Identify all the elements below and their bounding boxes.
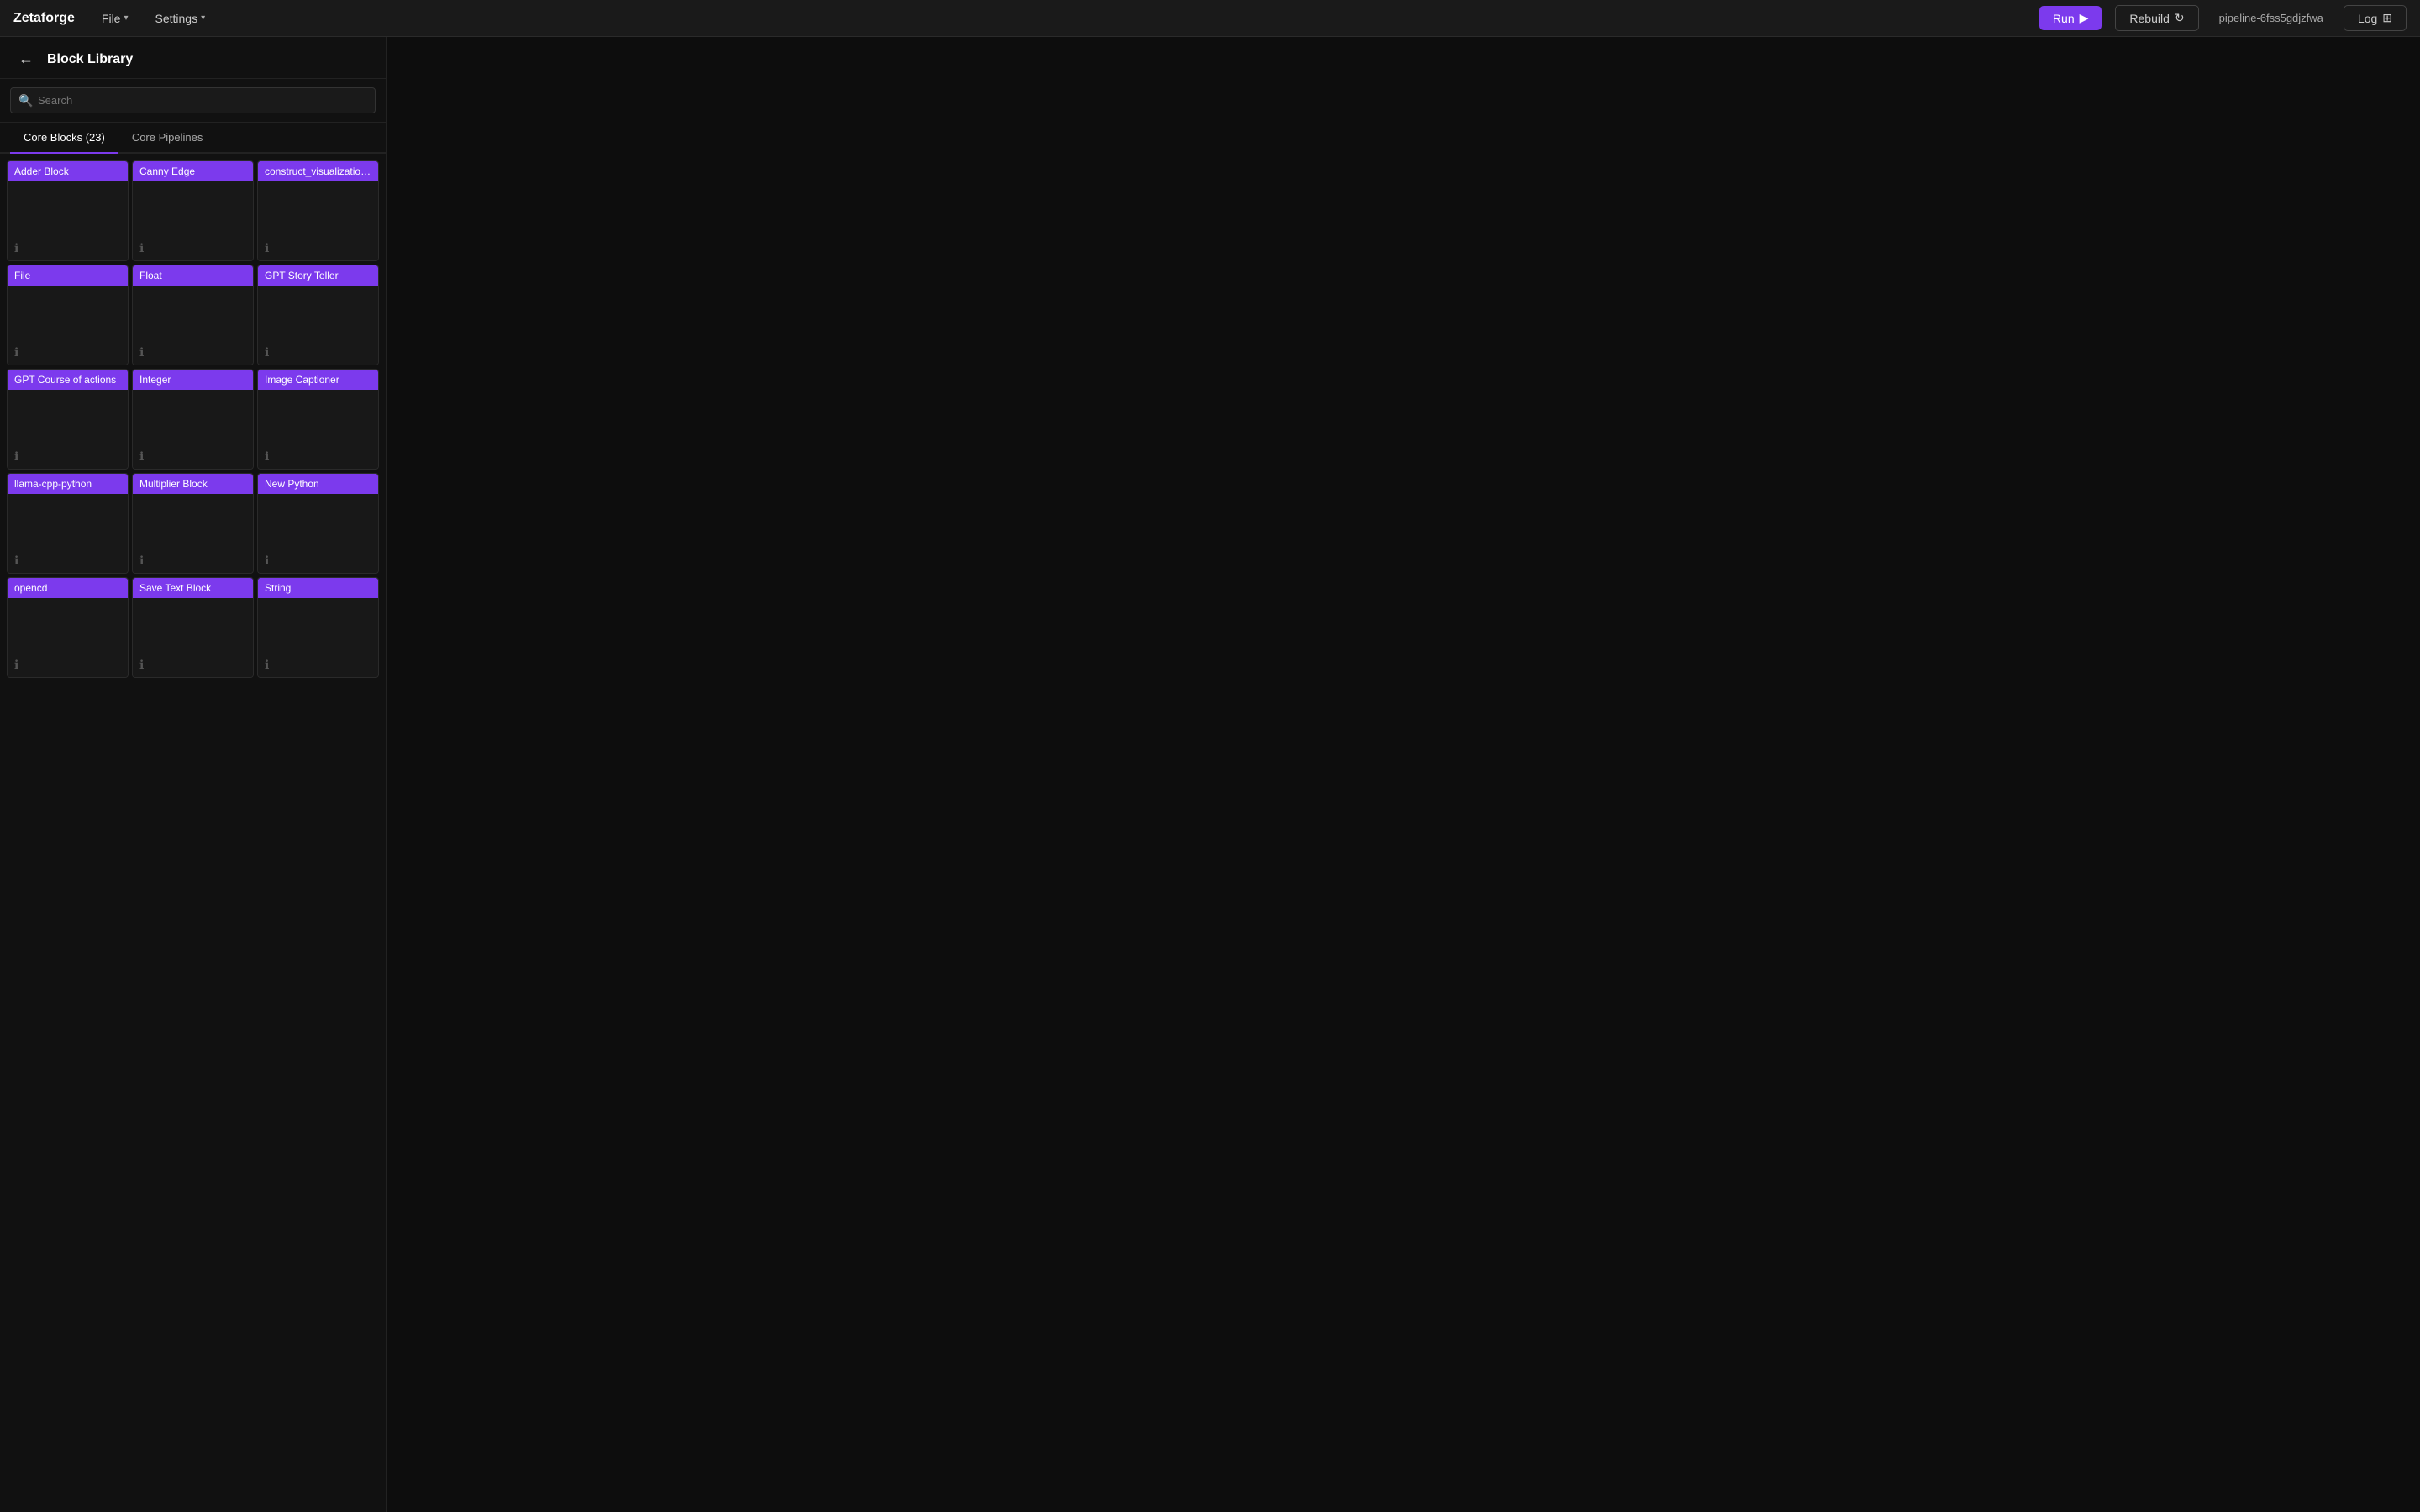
info-icon[interactable]: ℹ — [14, 345, 18, 360]
block-card-label: Adder Block — [8, 161, 128, 181]
rebuild-button[interactable]: Rebuild ↻ — [2115, 5, 2198, 31]
pipeline-id: pipeline-6fss5gdjzfwa — [2212, 12, 2330, 24]
block-card-body: ℹ — [133, 494, 253, 573]
block-card-body: ℹ — [133, 181, 253, 260]
main-layout: ← Block Library 🔍 Core Blocks (23) Core … — [0, 37, 2420, 1512]
run-icon: ▶ — [2080, 11, 2089, 25]
block-card[interactable]: Integer ℹ — [132, 369, 254, 470]
block-card-body: ℹ — [258, 494, 378, 573]
block-card-label: Multiplier Block — [133, 474, 253, 494]
info-icon[interactable]: ℹ — [265, 449, 269, 464]
block-card[interactable]: Adder Block ℹ — [7, 160, 129, 261]
block-card-body: ℹ — [8, 181, 128, 260]
app-logo: Zetaforge — [13, 11, 75, 26]
block-card-label: Save Text Block — [133, 578, 253, 598]
sidebar-title: Block Library — [47, 52, 133, 67]
block-card-body: ℹ — [258, 286, 378, 365]
block-card-body: ℹ — [8, 494, 128, 573]
info-icon[interactable]: ℹ — [14, 241, 18, 255]
search-container: 🔍 — [0, 79, 386, 123]
block-card[interactable]: Image Captioner ℹ — [257, 369, 379, 470]
tabs: Core Blocks (23) Core Pipelines — [0, 123, 386, 154]
block-card[interactable]: construct_visualization_data ℹ — [257, 160, 379, 261]
block-card[interactable]: Float ℹ — [132, 265, 254, 365]
rebuild-label: Rebuild — [2129, 12, 2169, 25]
block-card-label: opencd — [8, 578, 128, 598]
file-menu[interactable]: File ▾ — [95, 8, 135, 29]
block-card[interactable]: opencd ℹ — [7, 577, 129, 678]
block-card[interactable]: GPT Story Teller ℹ — [257, 265, 379, 365]
block-card-label: Canny Edge — [133, 161, 253, 181]
block-card-body: ℹ — [258, 181, 378, 260]
info-icon[interactable]: ℹ — [139, 554, 144, 568]
log-button[interactable]: Log ⊞ — [2344, 5, 2407, 31]
info-icon[interactable]: ℹ — [14, 554, 18, 568]
info-icon[interactable]: ℹ — [139, 241, 144, 255]
topbar: Zetaforge File ▾ Settings ▾ Run ▶ Rebuil… — [0, 0, 2420, 37]
sidebar-header: ← Block Library — [0, 37, 386, 79]
block-card[interactable]: llama-cpp-python ℹ — [7, 473, 129, 574]
block-card-body: ℹ — [8, 598, 128, 677]
info-icon[interactable]: ℹ — [265, 658, 269, 672]
settings-menu[interactable]: Settings ▾ — [149, 8, 213, 29]
info-icon[interactable]: ℹ — [14, 658, 18, 672]
block-card-label: New Python — [258, 474, 378, 494]
block-card-label: Float — [133, 265, 253, 286]
block-card-body: ℹ — [8, 390, 128, 469]
block-card-body: ℹ — [258, 598, 378, 677]
block-card-label: llama-cpp-python — [8, 474, 128, 494]
run-label: Run — [2053, 12, 2075, 25]
block-card[interactable]: GPT Course of actions ℹ — [7, 369, 129, 470]
block-card[interactable]: File ℹ — [7, 265, 129, 365]
file-menu-chevron: ▾ — [124, 13, 128, 23]
info-icon[interactable]: ℹ — [139, 449, 144, 464]
log-icon: ⊞ — [2382, 11, 2392, 25]
run-button[interactable]: Run ▶ — [2039, 6, 2102, 30]
info-icon[interactable]: ℹ — [265, 554, 269, 568]
info-icon[interactable]: ℹ — [265, 241, 269, 255]
block-card-body: ℹ — [133, 286, 253, 365]
block-card[interactable]: Canny Edge ℹ — [132, 160, 254, 261]
block-card-label: GPT Story Teller — [258, 265, 378, 286]
canvas[interactable] — [387, 37, 2420, 1512]
block-card[interactable]: String ℹ — [257, 577, 379, 678]
log-label: Log — [2358, 12, 2377, 25]
block-card-label: Image Captioner — [258, 370, 378, 390]
block-card-body: ℹ — [8, 286, 128, 365]
block-card-label: File — [8, 265, 128, 286]
search-icon: 🔍 — [18, 93, 33, 108]
settings-menu-chevron: ▾ — [201, 13, 205, 23]
block-card-body: ℹ — [133, 390, 253, 469]
search-input[interactable] — [10, 87, 376, 113]
tab-core-pipelines[interactable]: Core Pipelines — [118, 123, 217, 154]
block-card[interactable]: New Python ℹ — [257, 473, 379, 574]
file-menu-label: File — [102, 12, 121, 25]
settings-menu-label: Settings — [155, 12, 198, 25]
info-icon[interactable]: ℹ — [139, 345, 144, 360]
info-icon[interactable]: ℹ — [14, 449, 18, 464]
block-card-label: Integer — [133, 370, 253, 390]
block-card-label: GPT Course of actions — [8, 370, 128, 390]
info-icon[interactable]: ℹ — [265, 345, 269, 360]
info-icon[interactable]: ℹ — [139, 658, 144, 672]
sidebar: ← Block Library 🔍 Core Blocks (23) Core … — [0, 37, 387, 1512]
back-button[interactable]: ← — [13, 49, 39, 70]
rebuild-icon: ↻ — [2175, 11, 2185, 25]
tab-core-blocks[interactable]: Core Blocks (23) — [10, 123, 118, 154]
block-card[interactable]: Multiplier Block ℹ — [132, 473, 254, 574]
block-card-body: ℹ — [258, 390, 378, 469]
block-card-body: ℹ — [133, 598, 253, 677]
block-card-label: construct_visualization_data — [258, 161, 378, 181]
block-grid: Adder BlockℹCanny Edgeℹconstruct_visuali… — [0, 154, 386, 1512]
block-card[interactable]: Save Text Block ℹ — [132, 577, 254, 678]
block-card-label: String — [258, 578, 378, 598]
